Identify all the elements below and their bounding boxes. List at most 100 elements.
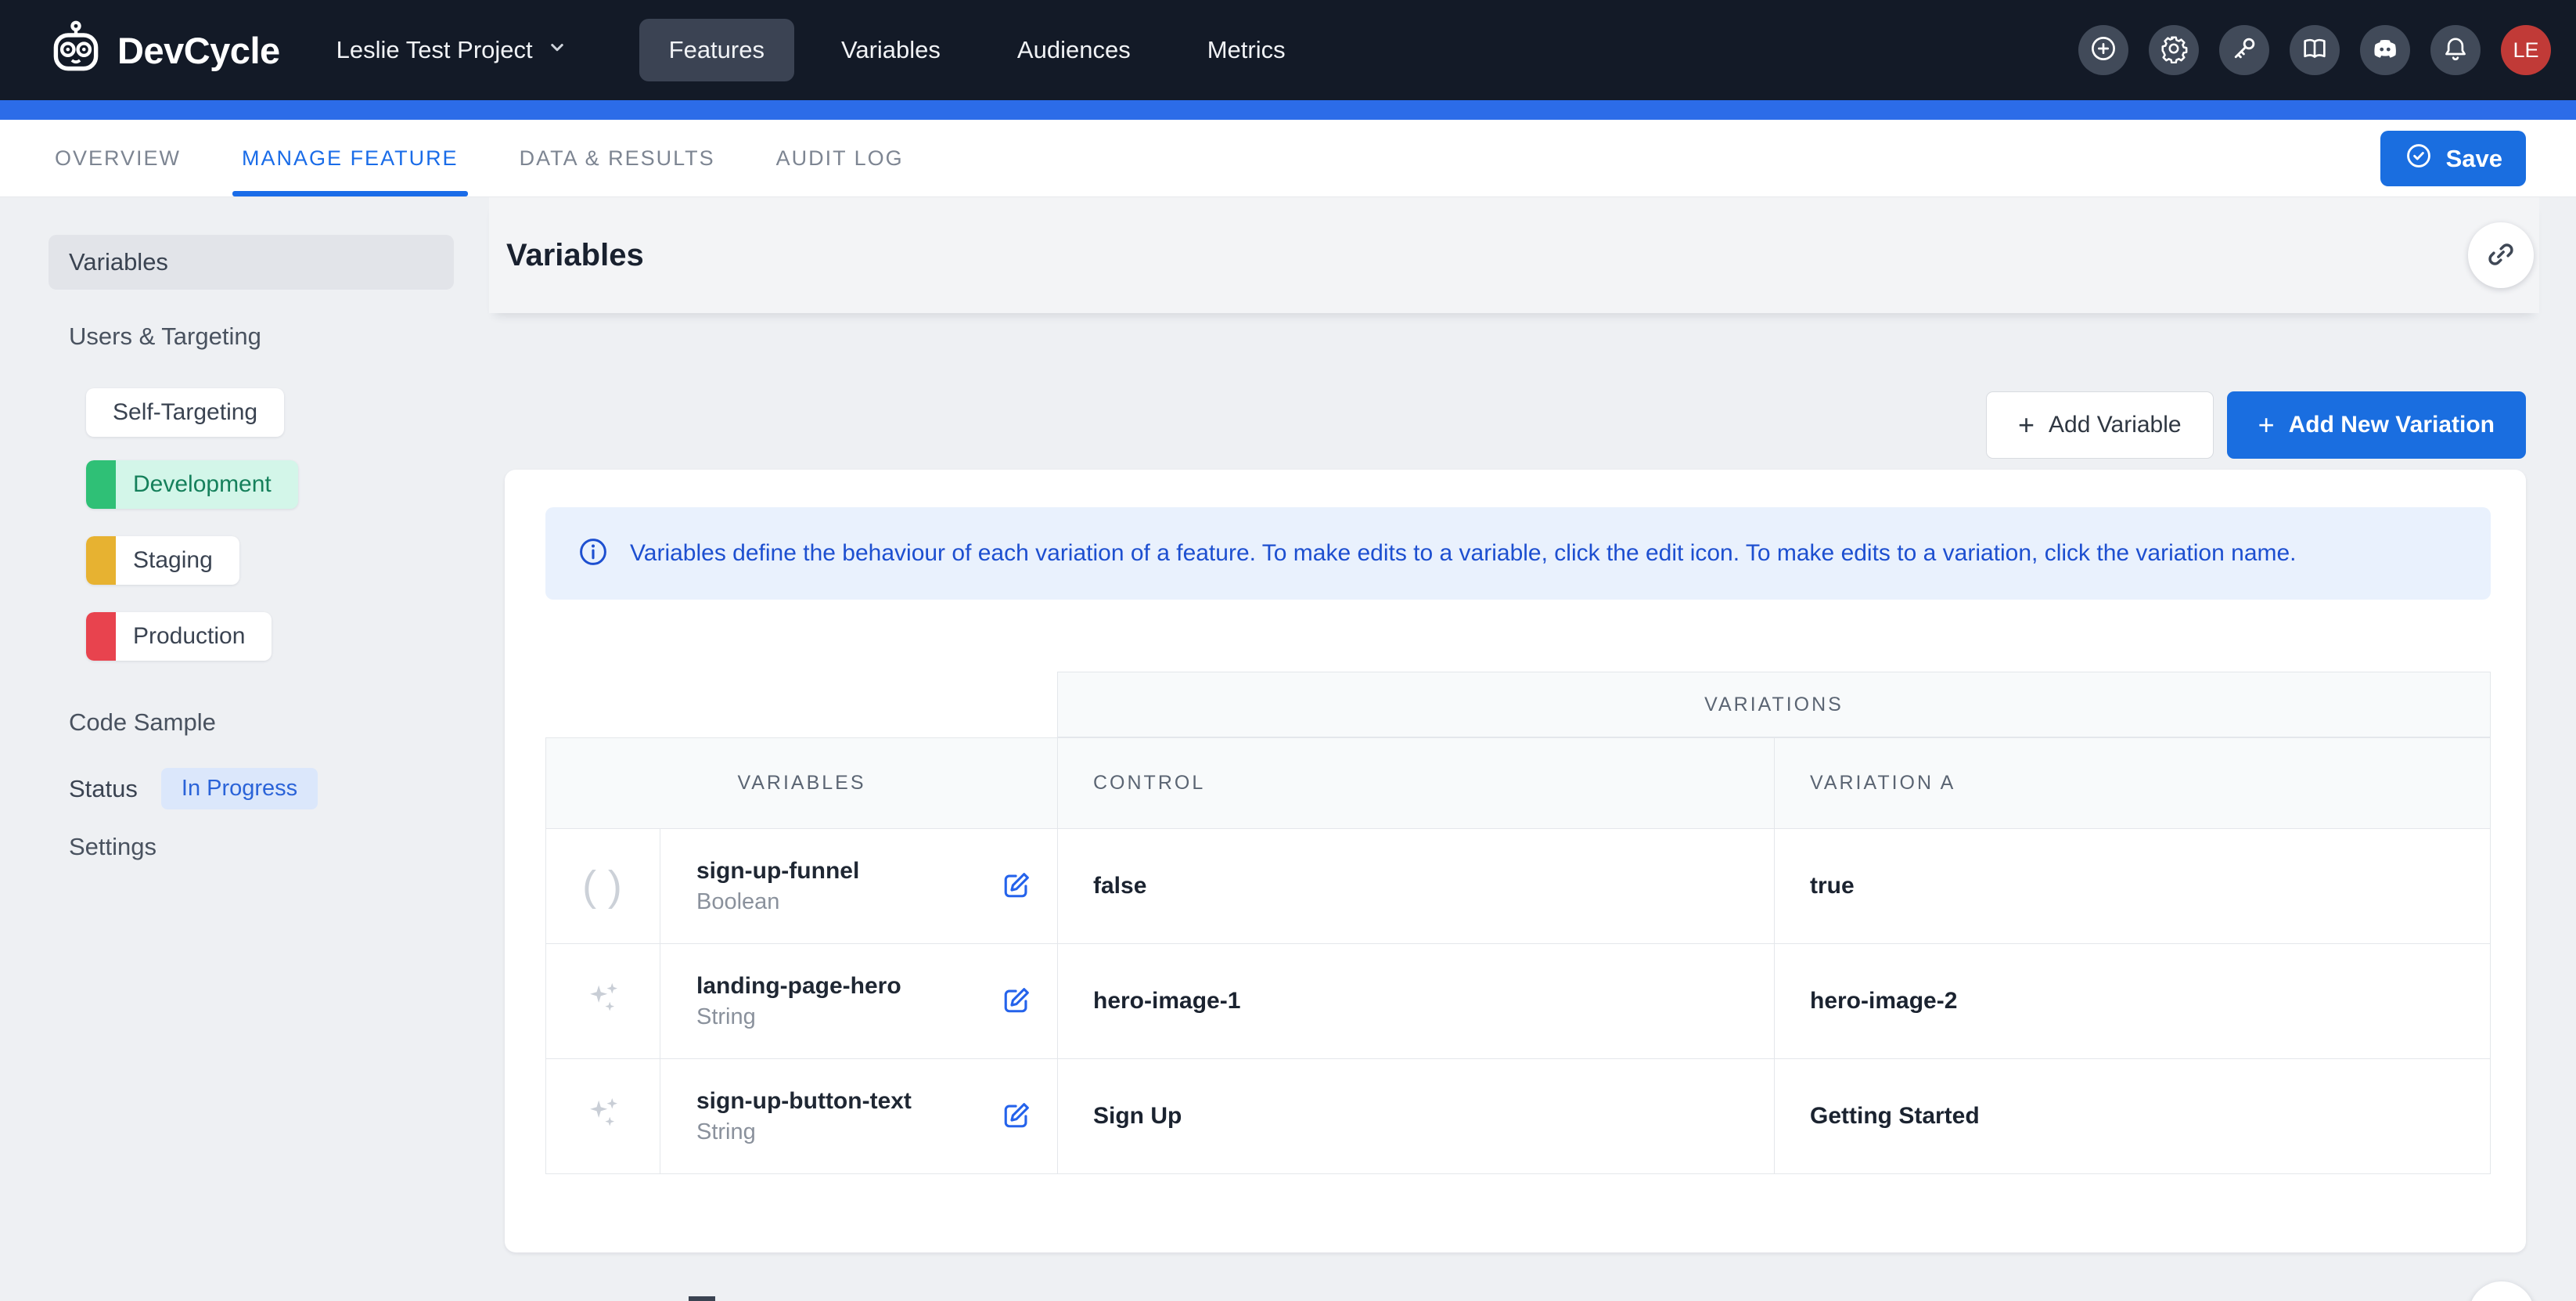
next-section-title-sliver [689, 1296, 715, 1301]
variable-type: Boolean [696, 889, 859, 915]
variables-table: VARIATIONS VARIABLES CONTROL VARIATION A… [545, 672, 2491, 1174]
bell-icon [2441, 34, 2470, 67]
variables-card: Variables define the behaviour of each v… [505, 470, 2526, 1252]
section-header: Variables [489, 197, 2539, 313]
tab-manage-feature[interactable]: MANAGE FEATURE [242, 120, 459, 196]
nav-item-features[interactable]: Features [639, 19, 794, 81]
variation-a-value: Getting Started [1774, 1059, 2491, 1174]
env-color-bar [86, 612, 116, 661]
docs-book-icon [2300, 34, 2330, 67]
env-color-bar [86, 536, 116, 585]
link-icon [2484, 238, 2517, 273]
nav-item-variables[interactable]: Variables [811, 19, 970, 81]
table-actions: + Add Variable + Add New Variation [489, 391, 2526, 459]
main-content: Variables + Add Variable + Add New Varia… [489, 197, 2539, 1301]
tab-overview[interactable]: OVERVIEW [55, 120, 181, 196]
table-row-variable-cell: sign-up-funnel Boolean [660, 829, 1057, 944]
create-button[interactable] [2078, 25, 2128, 75]
user-avatar[interactable]: LE [2501, 25, 2551, 75]
save-button-label: Save [2446, 145, 2502, 173]
env-pill-self-targeting[interactable]: Self-Targeting [86, 388, 284, 437]
settings-button[interactable] [2149, 25, 2199, 75]
table-row-variable-cell: sign-up-button-text String [660, 1059, 1057, 1174]
plus-icon: + [2258, 409, 2275, 441]
robot-logo-icon [47, 20, 105, 81]
edit-pencil-icon [999, 893, 1034, 905]
table-row-icon-cell: ( ) [545, 829, 660, 944]
sidebar-item-variables[interactable]: Variables [49, 235, 454, 290]
tab-data-results[interactable]: DATA & RESULTS [520, 120, 715, 196]
gear-icon [2159, 34, 2189, 67]
env-pill-development[interactable]: Development [86, 460, 298, 509]
save-button[interactable]: Save [2380, 131, 2526, 186]
env-color-bar [86, 460, 116, 509]
variation-a-value: true [1774, 829, 2491, 944]
variable-name: sign-up-button-text [696, 1088, 912, 1115]
sidebar-item-settings[interactable]: Settings [49, 833, 489, 861]
info-banner: Variables define the behaviour of each v… [545, 507, 2491, 600]
edit-pencil-icon [999, 1123, 1034, 1135]
devcycle-logo[interactable]: DevCycle [47, 20, 280, 81]
edit-variable-button[interactable] [999, 1098, 1034, 1135]
project-name: Leslie Test Project [336, 36, 533, 64]
key-icon [2229, 34, 2259, 67]
env-label: Development [133, 471, 272, 498]
table-row-icon-cell [545, 1059, 660, 1174]
info-banner-text: Variables define the behaviour of each v… [630, 540, 2297, 567]
add-new-variation-label: Add New Variation [2289, 412, 2495, 438]
nav-item-metrics[interactable]: Metrics [1178, 19, 1315, 81]
sidebar-item-code-sample[interactable]: Code Sample [49, 708, 489, 737]
boolean-icon: ( ) [582, 862, 624, 910]
accent-strip [0, 100, 2576, 120]
table-row-icon-cell [545, 944, 660, 1059]
variations-group-header: VARIATIONS [1057, 672, 2491, 737]
env-pill-production[interactable]: Production [86, 612, 272, 661]
table-spacer [545, 672, 1057, 737]
sidebar-item-users-targeting[interactable]: Users & Targeting [49, 323, 489, 351]
check-circle-icon [2404, 141, 2434, 177]
docs-button[interactable] [2290, 25, 2340, 75]
logo-text: DevCycle [117, 29, 280, 72]
chevron-down-icon [545, 35, 569, 65]
copy-link-button[interactable] [2468, 222, 2534, 288]
notifications-button[interactable] [2430, 25, 2481, 75]
env-label: Production [133, 623, 245, 650]
env-label: Self-Targeting [113, 399, 257, 426]
status-badge[interactable]: In Progress [161, 768, 318, 809]
variable-type: String [696, 1119, 912, 1145]
project-selector[interactable]: Leslie Test Project [336, 35, 569, 65]
status-label[interactable]: Status [69, 775, 138, 803]
discord-button[interactable] [2360, 25, 2410, 75]
add-variable-button[interactable]: + Add Variable [1986, 391, 2214, 459]
plus-circle-icon [2089, 34, 2118, 67]
env-label: Staging [133, 547, 213, 574]
edit-variable-button[interactable] [999, 983, 1034, 1020]
info-icon [577, 535, 610, 572]
add-variable-label: Add Variable [2049, 412, 2182, 438]
variable-name: landing-page-hero [696, 973, 901, 1000]
variable-type: String [696, 1004, 901, 1030]
plus-icon: + [2018, 409, 2035, 441]
nav-actions: LE [2078, 25, 2551, 75]
api-keys-button[interactable] [2219, 25, 2269, 75]
sidebar-item-status: Status In Progress [49, 768, 489, 809]
sparkles-icon [583, 978, 624, 1025]
top-nav: DevCycle Leslie Test Project Features Va… [0, 0, 2576, 100]
control-value: hero-image-1 [1057, 944, 1774, 1059]
page-title: Variables [506, 238, 644, 273]
sparkles-icon [583, 1093, 624, 1140]
edit-variable-button[interactable] [999, 868, 1034, 905]
column-header-control[interactable]: CONTROL [1057, 737, 1774, 829]
control-value: false [1057, 829, 1774, 944]
discord-icon [2370, 34, 2400, 67]
feature-sidebar: Variables Users & Targeting Self-Targeti… [0, 197, 489, 1301]
column-header-variables: VARIABLES [545, 737, 1057, 829]
env-pill-staging[interactable]: Staging [86, 536, 239, 585]
variation-a-value: hero-image-2 [1774, 944, 2491, 1059]
nav-item-audiences[interactable]: Audiences [988, 19, 1160, 81]
tab-audit-log[interactable]: AUDIT LOG [776, 120, 904, 196]
main-nav: Features Variables Audiences Metrics [639, 19, 1315, 81]
add-new-variation-button[interactable]: + Add New Variation [2227, 391, 2526, 459]
variable-name: sign-up-funnel [696, 858, 859, 885]
column-header-variation-a[interactable]: VARIATION A [1774, 737, 2491, 829]
